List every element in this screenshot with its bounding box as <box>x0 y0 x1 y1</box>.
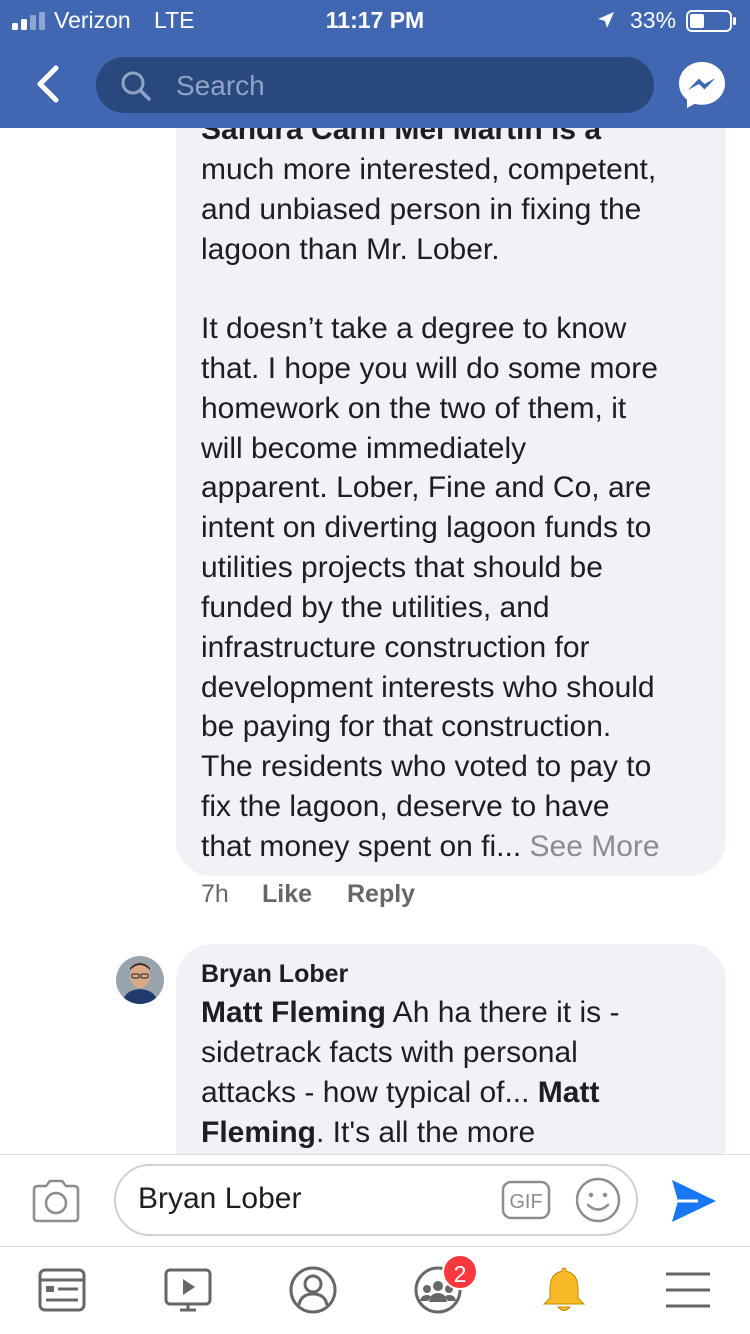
like-button[interactable]: Like <box>262 880 312 909</box>
gif-label: GIF <box>509 1191 542 1213</box>
comment-line: The residents who voted to pay to <box>201 750 652 783</box>
gif-icon[interactable]: GIF <box>501 1178 551 1222</box>
emoji-icon[interactable] <box>574 1176 622 1224</box>
app-header: Verizon LTE 11:17 PM 33% Search <box>0 0 750 128</box>
watch-video-icon[interactable] <box>162 1264 214 1316</box>
camera-icon[interactable] <box>30 1178 82 1224</box>
comment-line: utilities projects that should be <box>201 551 603 584</box>
send-icon[interactable] <box>668 1176 720 1226</box>
comment-line: It doesn’t take a degree to know <box>201 312 627 345</box>
comment-text: . It's all the more <box>316 1116 536 1149</box>
comment-line: attacks - how typical of... Matt <box>201 1073 599 1113</box>
battery-percent: 33% <box>630 7 677 33</box>
comment-line: will become immediately <box>201 432 527 465</box>
battery-icon <box>686 10 736 32</box>
avatar[interactable] <box>116 956 164 1004</box>
comment-line: and unbiased person in fixing the <box>201 193 642 226</box>
menu-hamburger-icon[interactable] <box>662 1264 714 1316</box>
comment-line: homework on the two of them, it <box>201 392 627 425</box>
comment-author[interactable]: Bryan Lober <box>201 960 348 989</box>
comment-line: lagoon than Mr. Lober. <box>201 233 500 266</box>
comment-line: Fleming. It's all the more <box>201 1113 535 1153</box>
comment-text: Ah ha there it is - <box>386 996 620 1029</box>
bottom-nav <box>0 1246 750 1334</box>
comment-line: Matt Fleming Ah ha there it is - <box>201 993 619 1033</box>
search-bar[interactable]: Search <box>96 57 654 113</box>
notifications-bell-icon[interactable] <box>538 1264 590 1316</box>
comment-line: infrastructure construction for <box>201 631 590 664</box>
see-more-link[interactable]: See More <box>530 830 660 863</box>
back-arrow-icon[interactable] <box>28 62 68 106</box>
comment-line: be paying for that construction. <box>201 710 612 743</box>
notification-badge: 2 <box>442 1254 478 1290</box>
comment-line: intent on diverting lagoon funds to <box>201 511 652 544</box>
comment-last-line: that money spent on fi... See More <box>201 827 660 867</box>
profile-icon[interactable] <box>287 1264 339 1316</box>
comment-timestamp: 7h <box>201 880 229 908</box>
messenger-icon[interactable] <box>676 59 728 111</box>
comment-text: attacks - how typical of... <box>201 1076 538 1109</box>
search-placeholder: Search <box>176 70 265 101</box>
comment-truncated-text: that money spent on fi... <box>201 830 522 863</box>
comment-line: funded by the utilities, and <box>201 591 550 624</box>
comment-line: much more interested, competent, <box>201 153 657 186</box>
comment-line: development interests who should <box>201 671 655 704</box>
comment-line: apparent. Lober, Fine and Co, are <box>201 471 652 504</box>
comment-line: that. I hope you will do some more <box>201 352 658 385</box>
status-bar: Verizon LTE 11:17 PM 33% <box>0 0 750 40</box>
comment-line: sidetrack facts with personal <box>201 1036 578 1069</box>
mention-link[interactable]: Fleming <box>201 1116 316 1149</box>
news-feed-icon[interactable] <box>36 1264 88 1316</box>
avatar-photo-icon <box>116 956 164 1004</box>
comment-line: fix the lagoon, deserve to have <box>201 790 610 823</box>
comment-input-value[interactable]: Bryan Lober <box>138 1182 301 1216</box>
mention-link[interactable]: Matt Fleming <box>201 996 386 1029</box>
reply-button[interactable]: Reply <box>347 880 415 909</box>
search-icon <box>121 71 151 101</box>
location-arrow-icon <box>598 12 614 28</box>
mention-link[interactable]: Matt <box>538 1076 600 1109</box>
